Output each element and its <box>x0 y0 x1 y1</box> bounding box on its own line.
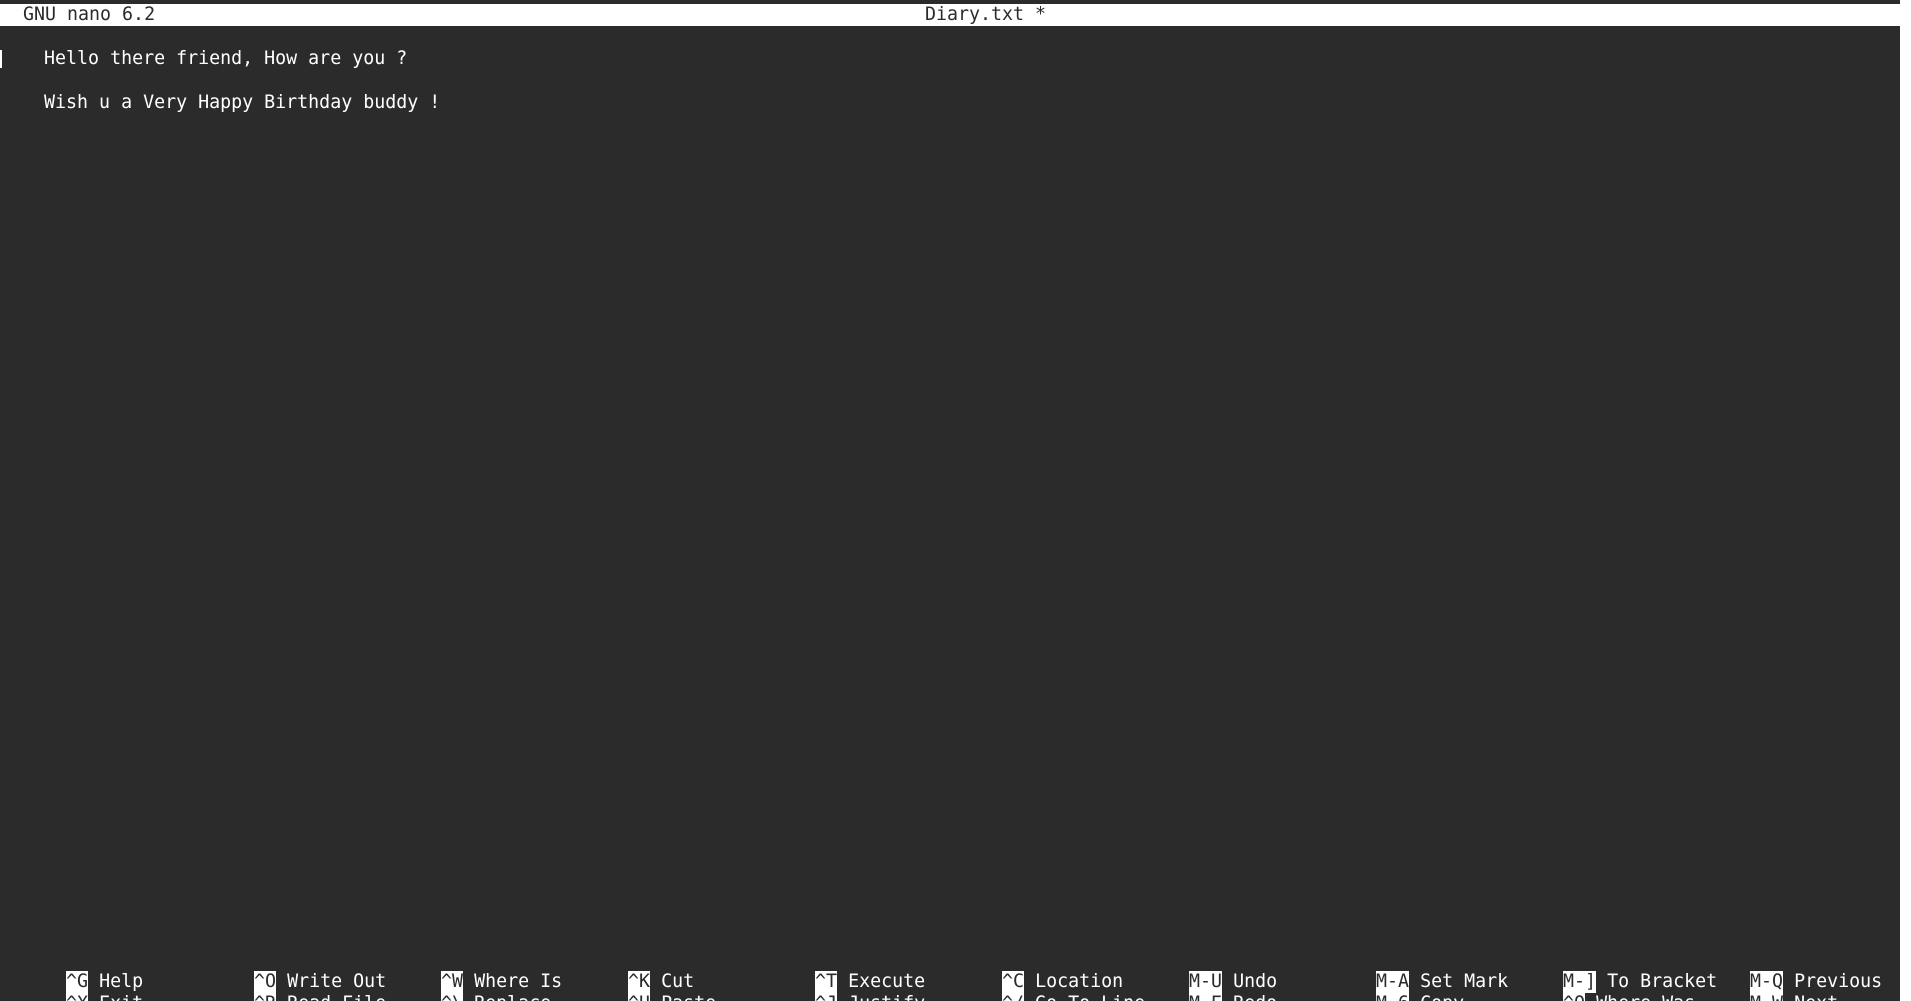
shortcut-key: ^J <box>815 993 838 1001</box>
title-bar: GNU nano 6.2 Diary.txt * <box>0 3 1900 27</box>
shortcut-key: M-W <box>1750 993 1784 1001</box>
shortcut-justify[interactable]: ^J Justify <box>749 971 925 1001</box>
editor-line-text: Wish u a Very Happy Birthday buddy ! <box>44 92 441 113</box>
editor-line[interactable]: Wish u a Very Happy Birthday buddy ! <box>0 48 1900 113</box>
shortcut-label: Justify <box>848 993 925 1001</box>
shortcut-key: ^R <box>254 993 277 1001</box>
shortcut-key: ^/ <box>1002 993 1025 1001</box>
shortcut-key: M-6 <box>1376 993 1410 1001</box>
shortcut-key: ^X <box>66 993 89 1001</box>
shortcut-where-is[interactable]: ^W Where Is <box>375 949 562 993</box>
shortcut-key: ^Q <box>1563 993 1586 1001</box>
shortcut-previous[interactable]: M-Q Previous <box>1684 949 1882 993</box>
shortcut-exit[interactable]: ^X Exit <box>0 971 143 1001</box>
shortcut-where-was[interactable]: ^Q Where Was <box>1497 971 1695 1001</box>
shortcut-label: Exit <box>99 993 143 1001</box>
shortcut-label: Replace <box>474 993 551 1001</box>
shortcut-set-mark[interactable]: M-A Set Mark <box>1310 949 1508 993</box>
shortcut-undo[interactable]: M-U Undo <box>1123 949 1277 993</box>
shortcut-help[interactable]: ^G Help <box>0 949 143 993</box>
file-name: Diary.txt * <box>925 4 1047 25</box>
shortcut-redo[interactable]: M-E Redo <box>1123 971 1277 1001</box>
shortcut-cut[interactable]: ^K Cut <box>562 949 694 993</box>
shortcut-label: Paste <box>661 993 716 1001</box>
shortcut-key: ^\ <box>441 993 464 1001</box>
shortcut-label: Next <box>1794 993 1838 1001</box>
shortcut-execute[interactable]: ^T Execute <box>749 949 925 993</box>
shortcut-label: Where Was <box>1596 993 1695 1001</box>
app-name: GNU nano 6.2 <box>23 4 156 25</box>
shortcut-key: ^U <box>628 993 651 1001</box>
shortcut-key: M-E <box>1189 993 1223 1001</box>
shortcut-label: Read File <box>287 993 386 1001</box>
shortcut-go-to-line[interactable]: ^/Go To Line <box>936 971 1145 1001</box>
editor-area[interactable]: Hello there friend, How are you ? Wish u… <box>0 26 1900 926</box>
editor-line[interactable]: Hello there friend, How are you ? <box>0 26 1900 69</box>
shortcut-next[interactable]: M-W Next <box>1684 971 1838 1001</box>
shortcut-write-out[interactable]: ^O Write Out <box>188 949 386 993</box>
shortcut-label: Redo <box>1233 993 1277 1001</box>
shortcut-label: Copy <box>1420 993 1464 1001</box>
window-edge <box>1900 0 1911 1001</box>
shortcut-replace[interactable]: ^\ Replace <box>375 971 551 1001</box>
shortcut-read-file[interactable]: ^R Read File <box>188 971 386 1001</box>
shortcut-copy[interactable]: M-6 Copy <box>1310 971 1464 1001</box>
shortcut-paste[interactable]: ^U Paste <box>562 971 716 1001</box>
shortcut-row-1: ^G Help ^O Write Out ^W Where Is ^K Cut ^T Ex… <box>0 949 1900 993</box>
shortcut-bar: ^G Help ^O Write Out ^W Where Is ^K Cut ^T Ex… <box>0 949 1900 1001</box>
shortcut-row-2: ^X Exit ^R Read File ^\ Replace ^U Paste ^J J… <box>0 971 1900 1001</box>
text-cursor <box>0 50 2 68</box>
shortcut-location[interactable]: ^C Location <box>936 949 1123 993</box>
